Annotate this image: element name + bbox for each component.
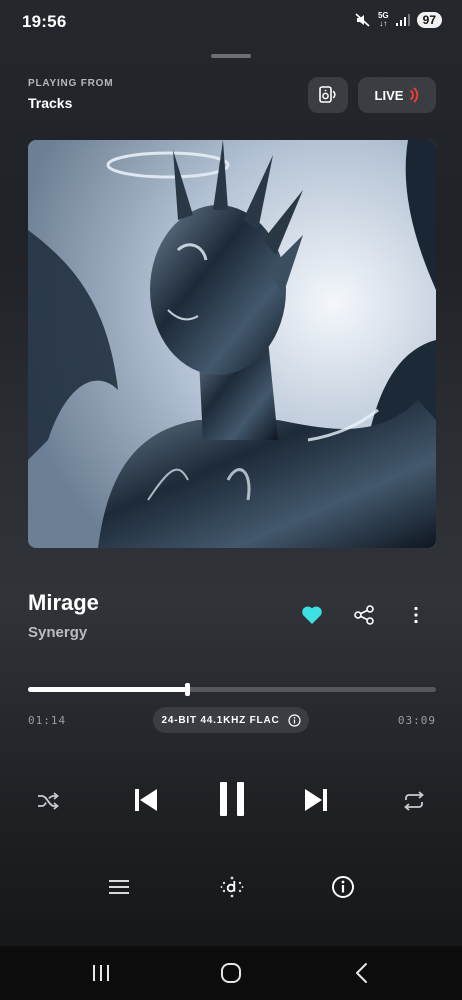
mute-icon (355, 13, 370, 27)
network-type: 5G ↓↑ (377, 11, 389, 28)
back-icon (356, 963, 367, 983)
next-icon (305, 789, 327, 811)
more-vertical-icon (414, 606, 418, 624)
status-time: 19:56 (22, 12, 67, 31)
dolby-icon (220, 876, 244, 898)
info-small-icon (287, 713, 301, 727)
track-artist[interactable]: Synergy (28, 624, 87, 641)
share-icon (354, 605, 374, 625)
progress-fill (28, 687, 188, 692)
album-artwork (28, 140, 436, 548)
elapsed-time: 01:14 (28, 714, 67, 727)
shuffle-icon (38, 792, 59, 810)
recents-icon (93, 965, 109, 981)
track-info-button[interactable] (330, 874, 356, 900)
drag-handle[interactable] (211, 54, 251, 58)
live-label: LIVE (374, 87, 404, 103)
pause-icon (220, 782, 244, 816)
next-track-button[interactable] (300, 782, 332, 818)
speaker-cast-icon (319, 86, 336, 103)
queue-button[interactable] (106, 874, 132, 900)
home-button[interactable] (219, 961, 243, 985)
repeat-icon (404, 791, 424, 811)
more-options-button[interactable] (404, 603, 428, 627)
info-icon (332, 876, 354, 898)
previous-icon (135, 789, 157, 811)
battery-indicator: 97 (416, 12, 442, 28)
favorite-button[interactable] (300, 603, 324, 627)
audio-quality-label: 24-BIT 44.1KHZ FLAC (161, 714, 280, 726)
repeat-button[interactable] (400, 787, 428, 815)
cast-button[interactable] (308, 77, 348, 113)
back-button[interactable] (350, 961, 372, 985)
share-button[interactable] (352, 603, 376, 627)
queue-icon (109, 880, 129, 894)
heart-icon (302, 606, 322, 624)
audio-quality-badge[interactable]: 24-BIT 44.1KHZ FLAC (153, 707, 309, 733)
live-button[interactable]: LIVE (358, 77, 436, 113)
network-label: 5G (377, 11, 389, 20)
recents-button[interactable] (90, 962, 112, 984)
total-time: 03:09 (397, 714, 436, 727)
previous-track-button[interactable] (130, 782, 162, 818)
playing-from-source[interactable]: Tracks (28, 95, 72, 111)
live-broadcast-icon (410, 87, 419, 103)
shuffle-button[interactable] (34, 787, 62, 815)
dolby-atmos-button[interactable] (219, 873, 245, 901)
playing-from-label: PLAYING FROM (28, 78, 114, 89)
pause-button[interactable] (213, 778, 251, 820)
progress-bar[interactable] (28, 683, 436, 696)
track-title: Mirage (28, 590, 99, 615)
home-icon (221, 963, 241, 983)
signal-icon (395, 14, 410, 26)
status-icons: 5G ↓↑ 97 (355, 12, 442, 28)
progress-handle[interactable] (185, 683, 191, 696)
